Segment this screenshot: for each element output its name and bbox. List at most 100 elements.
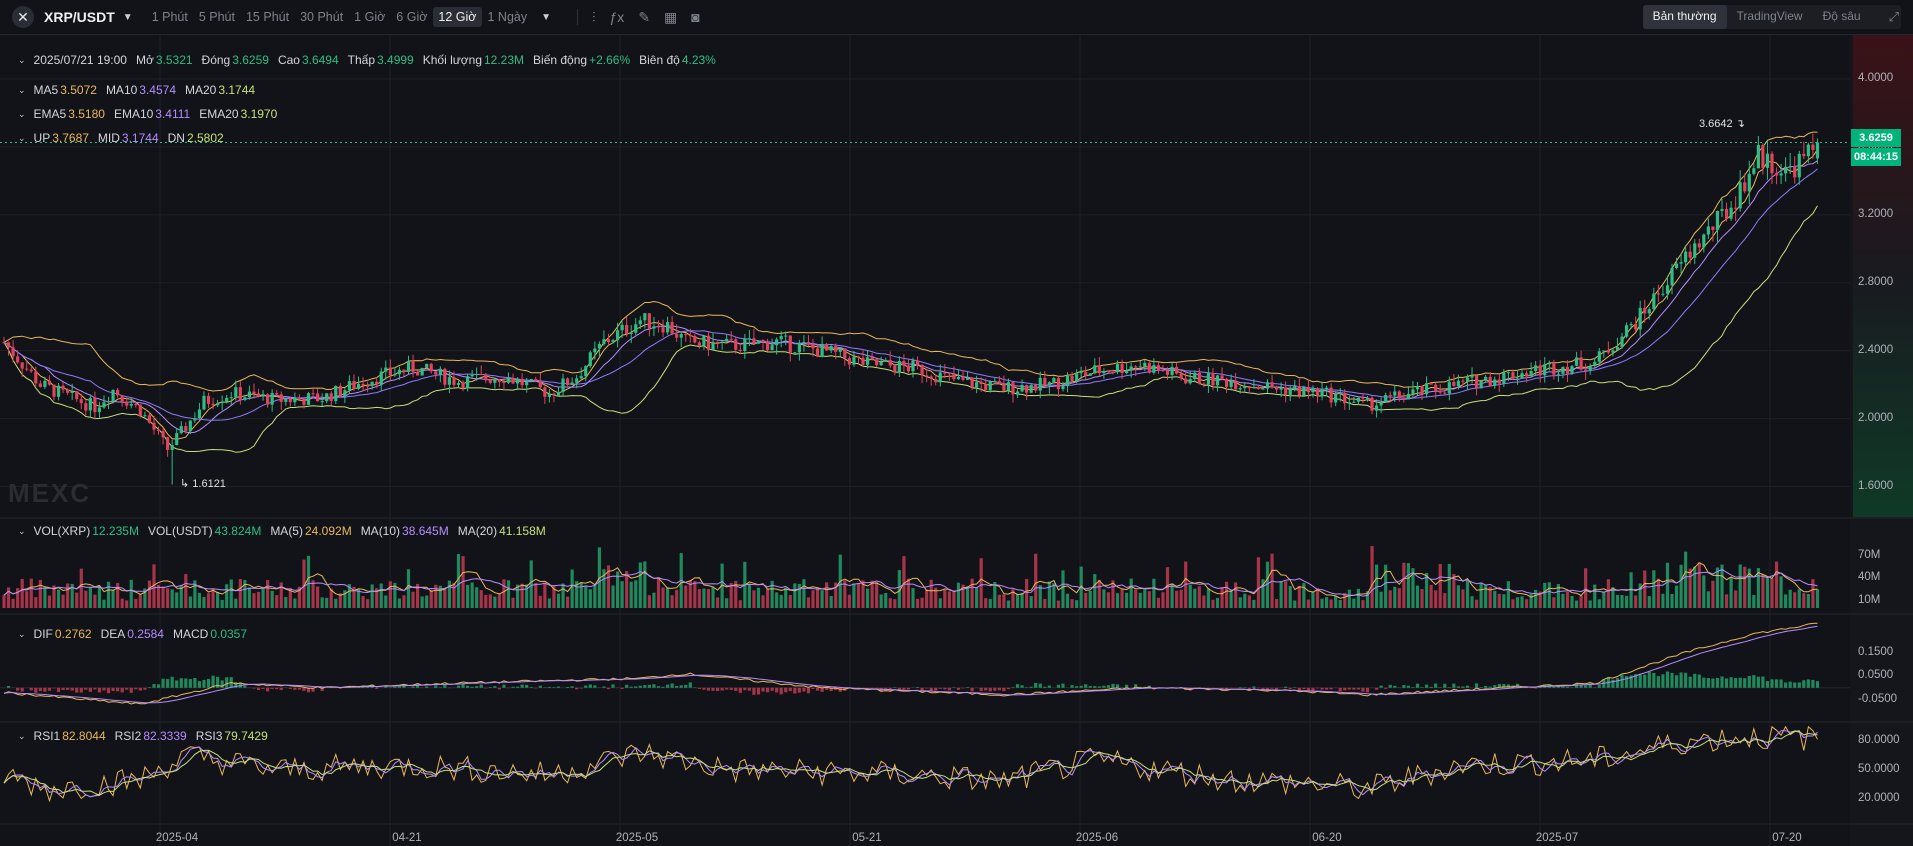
volume-bar xyxy=(1588,600,1592,608)
view-standard[interactable]: Bản thường xyxy=(1642,5,1727,29)
candle-body xyxy=(756,340,761,344)
macd-histogram-bar xyxy=(729,687,733,690)
macd-histogram-bar xyxy=(588,684,592,688)
candle-body xyxy=(1556,373,1560,375)
candle-body xyxy=(1302,386,1306,396)
volume-bar xyxy=(1461,589,1465,608)
candle-body xyxy=(1506,372,1510,374)
macd-histogram-bar xyxy=(97,687,102,693)
macd-histogram-bar xyxy=(20,687,24,692)
macd-histogram-bar xyxy=(797,687,801,693)
tf-30m[interactable]: 30 Phút xyxy=(295,7,348,27)
volume-bar xyxy=(1679,564,1683,608)
timeframe-dropdown-icon[interactable]: ▼ xyxy=(541,12,551,23)
formula-icon[interactable]: ƒx xyxy=(610,9,625,25)
candle-body xyxy=(1197,372,1201,384)
macd-histogram-bar xyxy=(297,687,302,690)
layout-icon[interactable]: ▦ xyxy=(664,9,677,26)
volume-bar xyxy=(661,587,665,608)
macd-histogram-bar xyxy=(1302,687,1306,690)
candle-body xyxy=(1352,401,1356,403)
date-label: 04-21 xyxy=(392,832,422,844)
candle-body xyxy=(1747,173,1751,192)
tf-5m[interactable]: 5 Phút xyxy=(194,7,240,27)
macd-histogram-bar xyxy=(979,687,983,691)
macd-histogram-bar xyxy=(1679,672,1683,688)
volume-bar xyxy=(870,580,874,608)
candle-body xyxy=(706,335,711,350)
candle-body xyxy=(97,407,102,413)
tf-15m[interactable]: 15 Phút xyxy=(241,7,294,27)
macd-histogram-bar xyxy=(1784,682,1788,688)
volume-bar xyxy=(1102,589,1106,608)
price-chart[interactable] xyxy=(0,35,1913,846)
volume-bar xyxy=(1252,599,1256,608)
volume-bar xyxy=(1070,599,1074,608)
candle-body xyxy=(625,324,629,334)
macd-histogram-bar xyxy=(1774,679,1779,688)
collapse-icon[interactable]: ⌄ xyxy=(18,629,26,640)
volume-bar xyxy=(1056,600,1061,608)
macd-axis-label: 0.1500 xyxy=(1858,645,1894,658)
volume-bar xyxy=(1634,595,1638,608)
macd-histogram-bar xyxy=(1075,686,1079,688)
boll-mid-value: 3.1744 xyxy=(121,131,159,145)
candle-body xyxy=(1384,395,1388,403)
volume-bar xyxy=(829,595,833,608)
view-depth[interactable]: Độ sâu xyxy=(1813,5,1871,29)
collapse-icon[interactable]: ⌄ xyxy=(18,85,26,96)
volume-bar xyxy=(229,579,233,608)
fullscreen-icon[interactable]: ⤢ xyxy=(1887,5,1901,29)
candle-body xyxy=(120,395,124,402)
pair-selector[interactable]: XRP/USDT xyxy=(44,9,115,25)
candle-body xyxy=(1306,386,1311,393)
volume-bar xyxy=(925,589,929,608)
volume-bar xyxy=(579,582,583,608)
last-price-tag: 3.6259 xyxy=(1851,129,1901,147)
volume-bar xyxy=(1320,598,1324,608)
tf-1d[interactable]: 1 Ngày xyxy=(483,7,533,27)
indicator-icon[interactable]: ⫶ xyxy=(592,9,596,26)
candle-body xyxy=(988,381,992,391)
tf-12h[interactable]: 12 Giờ xyxy=(433,7,482,27)
camera-icon[interactable]: ◙ xyxy=(691,9,699,25)
collapse-icon[interactable]: ⌄ xyxy=(18,133,26,144)
collapse-icon[interactable]: ⌄ xyxy=(18,731,26,742)
volume-bar xyxy=(1424,572,1429,608)
candle-body xyxy=(684,334,688,336)
tf-1h[interactable]: 1 Giờ xyxy=(349,7,390,27)
tf-6h[interactable]: 6 Giờ xyxy=(391,7,432,27)
candle-body xyxy=(547,393,551,397)
candle-body xyxy=(793,352,797,354)
candle-body xyxy=(70,391,74,393)
macd-histogram-bar xyxy=(684,684,688,688)
view-tradingview[interactable]: TradingView xyxy=(1727,5,1813,29)
candle-body xyxy=(302,399,306,405)
candle-body xyxy=(152,422,156,430)
candle-body xyxy=(565,378,570,385)
collapse-icon[interactable]: ⌄ xyxy=(18,526,26,537)
macd-histogram-bar xyxy=(934,687,938,691)
volume-bar xyxy=(470,582,474,608)
volume-bar xyxy=(1715,567,1720,608)
candle-body xyxy=(1524,373,1529,377)
candle-body xyxy=(116,389,120,396)
low-value: 3.4999 xyxy=(377,53,414,67)
ema10-value: 3.4111 xyxy=(155,107,191,121)
candle-body xyxy=(788,335,792,353)
candle-body xyxy=(1406,393,1410,400)
collapse-icon[interactable]: ⌄ xyxy=(18,55,26,66)
chevron-down-icon[interactable]: ▼ xyxy=(123,12,133,23)
candle-body xyxy=(1638,307,1642,330)
candle-body xyxy=(20,362,24,369)
pencil-icon[interactable]: ✎ xyxy=(638,9,650,26)
macd-histogram-bar xyxy=(793,687,797,694)
candle-body xyxy=(1129,366,1133,371)
volume-bar xyxy=(1234,582,1238,608)
collapse-icon[interactable]: ⌄ xyxy=(18,109,26,120)
macd-histogram-bar xyxy=(1288,687,1292,689)
macd-histogram-bar xyxy=(556,686,561,688)
candle-body xyxy=(1729,207,1733,219)
tf-1m[interactable]: 1 Phút xyxy=(147,7,193,27)
volume-bar xyxy=(202,596,206,608)
